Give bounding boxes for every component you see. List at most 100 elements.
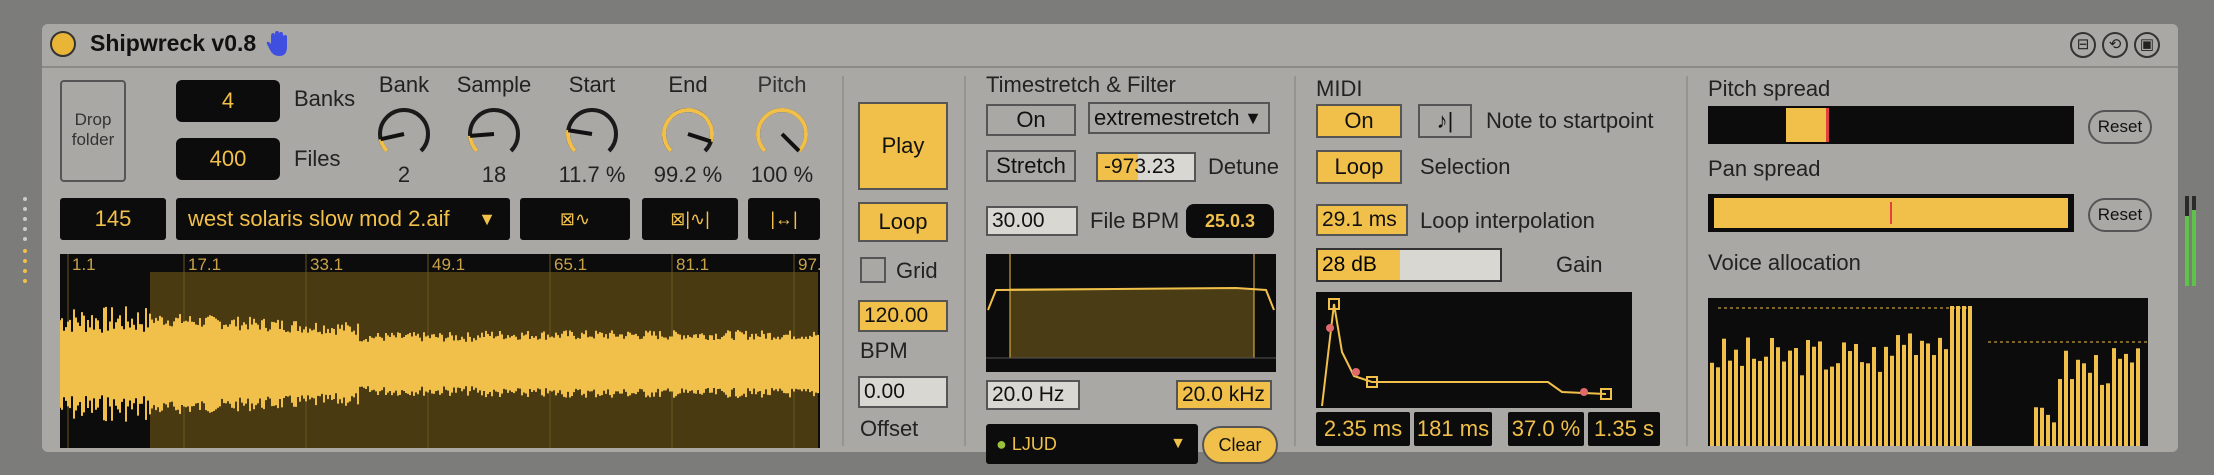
title-bar: Shipwreck v0.8 ⊟ ⟲ ▣ [42,24,2178,68]
output-meter [2184,196,2198,286]
chevron-down-icon: ▼ [478,209,496,229]
sample-file-menu[interactable]: west solaris slow mod 2.aif ▼ [176,198,510,240]
pan-spread-reset[interactable]: Reset [2088,198,2152,232]
detune-value: -973.23 [1104,155,1176,178]
offset-field[interactable]: 0.00 [858,376,948,408]
loop-interp-field[interactable]: 29.1 ms [1316,204,1408,236]
pitch-spread-slider[interactable] [1708,106,2074,144]
voice-header-bar [1708,292,2148,298]
note-to-start-toggle[interactable]: ♪| [1418,104,1472,138]
knob-value-2: 18 [481,162,507,187]
voice-bar [1968,306,1972,446]
play-button[interactable]: Play [858,102,948,190]
banks-value[interactable]: 4 [176,80,280,122]
low-freq-field[interactable]: 20.0 Hz [986,380,1080,410]
knob-3[interactable] [562,102,622,162]
voice-bar [1728,360,1732,446]
pitch-spread-range [1786,108,1826,142]
high-freq-field[interactable]: 20.0 kHz [1176,380,1272,410]
voice-bar [1842,342,1846,446]
ruler-label: 97.1 [798,255,820,274]
detune-field[interactable]: -973.23 [1096,152,1196,182]
voice-bar [1890,355,1894,446]
midi-on-button[interactable]: On [1316,104,1402,138]
pan-spread-slider[interactable] [1708,194,2074,232]
voice-bar [1866,363,1870,446]
mode-button-3[interactable]: |↔| [748,198,820,240]
knob-label-3: Start [568,72,616,97]
knob-2[interactable] [464,102,524,162]
knob-1[interactable] [374,102,434,162]
drop-folder[interactable]: Drop folder [60,80,126,182]
filter-band-fill [1010,288,1254,358]
voice-bar [1884,346,1888,446]
knob-5[interactable] [752,102,812,162]
voice-bar [1752,358,1756,446]
env-attack-value[interactable]: 2.35 ms [1316,412,1410,446]
preset-menu[interactable]: ● LJUD ▼ [986,424,1198,464]
voice-bar [2088,372,2092,446]
voice-bar [1764,356,1768,446]
voice-bar [2064,350,2068,446]
chevron-down-icon: ▼ [1170,435,1186,452]
midi-header: MIDI [1316,76,1363,101]
voice-bar [1872,347,1876,446]
offset-label: Offset [860,416,919,441]
separator [964,76,966,446]
pitch-spread-reset[interactable]: Reset [2088,110,2152,144]
title-bar-icon[interactable]: ⊟ [2070,32,2096,58]
voice-bar [1956,306,1960,446]
voice-bar [1932,355,1936,446]
voice-bar [1782,361,1786,446]
voice-bar [1812,346,1816,446]
separator [842,76,844,446]
env-curve-point[interactable] [1580,388,1588,396]
env-curve-point[interactable] [1352,368,1360,376]
banks-label: Banks [294,86,356,111]
gain-slider[interactable]: 28 dB [1316,248,1502,282]
mode-button-2[interactable]: ⊠|∿| [642,198,738,240]
bug-icon: ● [996,434,1007,454]
envelope-display[interactable] [1316,292,1632,408]
waveform-display[interactable]: 1.1 17.1 33.1 49.1 65.1 81.1 97.1 [60,254,820,448]
file-bpm-field[interactable]: 30.00 [986,206,1078,236]
filter-display[interactable] [986,254,1276,372]
sample-index[interactable]: 145 [60,198,166,240]
files-value[interactable]: 400 [176,138,280,180]
voice-bar [2130,362,2134,446]
voice-bar [1920,340,1924,446]
device-title: Shipwreck v0.8 [90,30,257,56]
ruler-label: 49.1 [432,255,465,274]
knob-value-3: 11.7 % [558,162,626,187]
mode-button-1[interactable]: ⊠∿ [520,198,630,240]
voice-allocation-display[interactable] [1708,292,2148,446]
save-icon[interactable]: ▣ [2134,32,2160,58]
stretch-button[interactable]: Stretch [986,150,1076,182]
clear-button[interactable]: Clear [1202,426,1278,464]
loop-button[interactable]: Loop [858,202,948,242]
knob-4[interactable] [658,102,718,162]
voice-bar [2040,407,2044,446]
timestretch-on-button[interactable]: On [986,104,1076,136]
pan-spread-center [1890,202,1892,224]
voice-bar [1788,350,1792,446]
grid-checkbox[interactable] [860,257,886,283]
voice-bar [1722,338,1726,446]
stretch-mode-menu[interactable]: extremestretch ▼ [1088,102,1270,134]
knob-label-5: Pitch [757,72,807,97]
power-button[interactable] [50,31,76,57]
env-decay-value[interactable]: 181 ms [1414,412,1492,446]
envelope-curve [1321,303,1607,407]
voice-bar [1926,343,1930,446]
voice-bar [2106,383,2110,446]
midi-loop-button[interactable]: Loop [1316,150,1402,184]
voice-bar [1824,369,1828,446]
bpm-field[interactable]: 120.00 [858,300,948,332]
env-sustain-value[interactable]: 37.0 % [1508,412,1584,446]
voice-bar [1710,362,1714,446]
pitch-spread-center [1826,108,1829,142]
env-curve-point[interactable] [1326,324,1334,332]
env-release-value[interactable]: 1.35 s [1588,412,1660,446]
hot-swap-icon[interactable]: ⟲ [2102,32,2128,58]
voice-bar [1938,337,1942,446]
